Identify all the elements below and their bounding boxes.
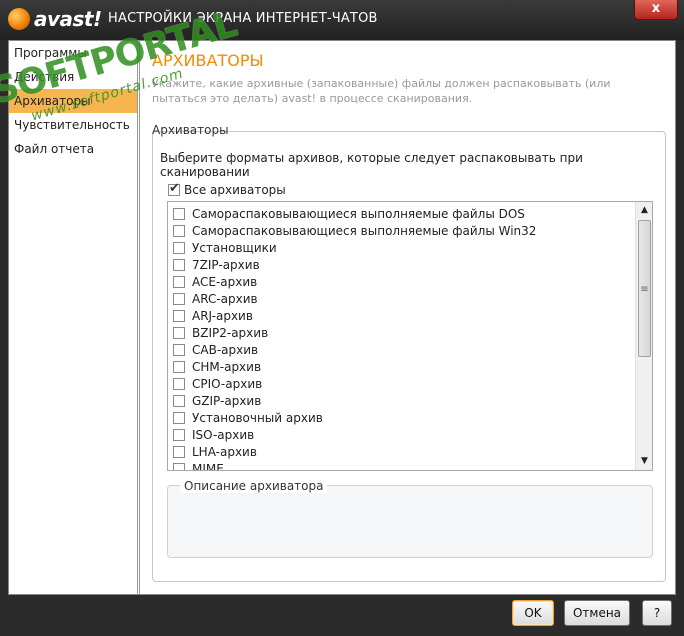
format-label: CAB-архив [192, 342, 259, 357]
format-checkbox[interactable] [173, 394, 185, 407]
main-panel: Программы Действия Архиваторы Чувствител… [8, 40, 676, 595]
format-label: Самораспаковывающиеся выполняемые файлы … [192, 223, 537, 238]
format-checkbox[interactable] [173, 377, 185, 390]
format-checkbox[interactable] [173, 258, 185, 271]
format-checkbox[interactable] [173, 462, 185, 470]
list-item[interactable]: CPIO-архив [168, 375, 634, 392]
format-checkbox[interactable] [173, 343, 185, 356]
archive-formats-list[interactable]: Самораспаковывающиеся выполняемые файлы … [167, 201, 653, 471]
all-archivers-label: Все архиваторы [184, 183, 286, 197]
archiver-description-label: Описание архиватора [180, 479, 328, 493]
list-item[interactable]: Самораспаковывающиеся выполняемые файлы … [168, 222, 634, 239]
group-label: Архиваторы [152, 123, 229, 137]
list-item[interactable]: CHM-архив [168, 358, 634, 375]
brand-name: avast! [34, 7, 102, 31]
archiver-description-box [167, 485, 653, 558]
list-item[interactable]: ACE-архив [168, 273, 634, 290]
format-checkbox[interactable] [173, 428, 185, 441]
format-checkbox[interactable] [173, 275, 185, 288]
format-label: GZIP-архив [192, 393, 262, 408]
format-label: 7ZIP-архив [192, 257, 260, 272]
format-label: Самораспаковывающиеся выполняемые файлы … [192, 206, 525, 221]
scrollbar-thumb[interactable]: ≡ [638, 220, 651, 357]
list-item[interactable]: ARJ-архив [168, 307, 634, 324]
format-checkbox[interactable] [173, 241, 185, 254]
sidebar-item-actions[interactable]: Действия [9, 65, 137, 89]
sidebar: Программы Действия Архиваторы Чувствител… [9, 41, 140, 594]
all-archivers-option[interactable]: Все архиваторы [168, 181, 286, 197]
format-label: ARC-архив [192, 291, 258, 306]
format-checkbox[interactable] [173, 207, 185, 220]
all-archivers-checkbox[interactable] [168, 181, 180, 196]
sidebar-item-programs[interactable]: Программы [9, 41, 137, 65]
format-label: ARJ-архив [192, 308, 253, 323]
format-checkbox[interactable] [173, 292, 185, 305]
format-checkbox[interactable] [173, 411, 185, 424]
cancel-button[interactable]: Отмена [564, 600, 630, 626]
avast-logo: avast! [8, 6, 102, 32]
format-label: CHM-архив [192, 359, 262, 374]
instruction-text: Выберите форматы архивов, которые следуе… [160, 151, 583, 179]
close-button[interactable]: x [634, 0, 678, 20]
format-checkbox[interactable] [173, 224, 185, 237]
list-item[interactable]: GZIP-архив [168, 392, 634, 409]
format-checkbox[interactable] [173, 326, 185, 339]
list-item[interactable]: BZIP2-архив [168, 324, 634, 341]
list-item[interactable]: MIME [168, 460, 634, 471]
list-item[interactable]: 7ZIP-архив [168, 256, 634, 273]
format-checkbox[interactable] [173, 445, 185, 458]
sidebar-item-sensitivity[interactable]: Чувствительность [9, 113, 137, 137]
format-label: MIME [192, 461, 224, 471]
scroll-down-arrow-icon[interactable]: ▼ [636, 453, 652, 470]
format-label: ACE-архив [192, 274, 258, 289]
format-label: BZIP2-архив [192, 325, 269, 340]
window-title: НАСТРОЙКИ ЭКРАНА ИНТЕРНЕТ-ЧАТОВ [108, 11, 378, 26]
sidebar-item-archivers[interactable]: Архиваторы [9, 89, 137, 113]
scroll-up-arrow-icon[interactable]: ▲ [636, 202, 652, 219]
format-label: CPIO-архив [192, 376, 263, 391]
list-item[interactable]: ISO-архив [168, 426, 634, 443]
format-items: Самораспаковывающиеся выполняемые файлы … [168, 205, 634, 471]
format-label: Установочный архив [192, 410, 323, 425]
list-item[interactable]: Установщики [168, 239, 634, 256]
format-checkbox[interactable] [173, 360, 185, 373]
sidebar-item-report-file[interactable]: Файл отчета [9, 137, 137, 161]
avast-ball-icon [8, 8, 30, 30]
format-label: LHA-архив [192, 444, 257, 459]
ok-button[interactable]: OK [512, 600, 554, 626]
section-description: Укажите, какие архивные (запакованные) ф… [152, 77, 611, 105]
format-label: Установщики [192, 240, 277, 255]
section-title: АРХИВАТОРЫ [152, 51, 264, 70]
format-checkbox[interactable] [173, 309, 185, 322]
help-button[interactable]: ? [642, 600, 672, 626]
vertical-scrollbar[interactable]: ▲ ≡ ▼ [635, 202, 652, 470]
content-area: АРХИВАТОРЫ Укажите, какие архивные (запа… [146, 41, 675, 594]
list-item[interactable]: LHA-архив [168, 443, 634, 460]
list-item[interactable]: ARC-архив [168, 290, 634, 307]
list-item[interactable]: Установочный архив [168, 409, 634, 426]
format-label: ISO-архив [192, 427, 255, 442]
list-item[interactable]: Самораспаковывающиеся выполняемые файлы … [168, 205, 634, 222]
title-bar: avast! НАСТРОЙКИ ЭКРАНА ИНТЕРНЕТ-ЧАТОВ x [0, 0, 684, 40]
list-item[interactable]: CAB-архив [168, 341, 634, 358]
